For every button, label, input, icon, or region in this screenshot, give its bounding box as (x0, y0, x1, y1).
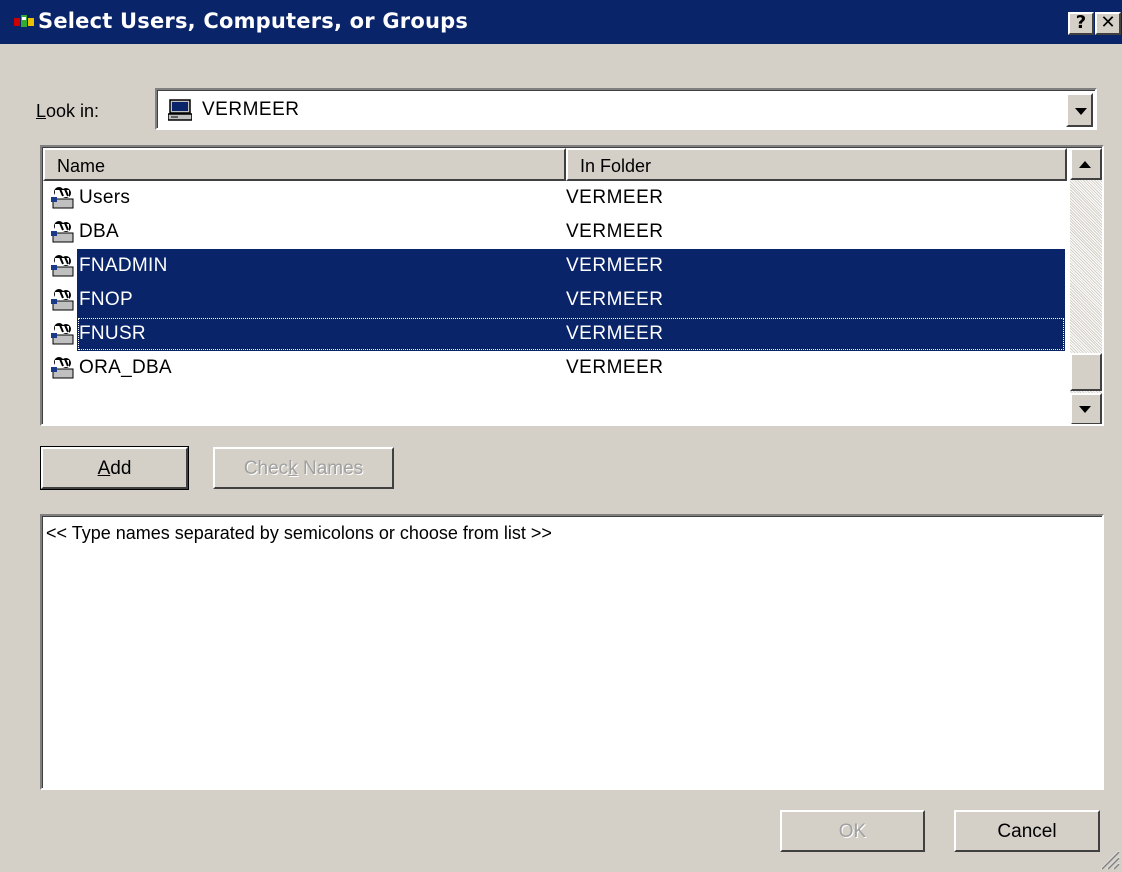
column-header-name[interactable]: Name (43, 148, 566, 181)
list-item[interactable]: DBA VERMEER (43, 215, 1065, 249)
resize-grip-icon[interactable] (1098, 848, 1120, 870)
arrow-down-icon (1079, 406, 1091, 413)
check-names-button[interactable]: Check Names (213, 447, 394, 489)
row-folder: VERMEER (566, 221, 664, 242)
row-folder: VERMEER (566, 357, 664, 378)
row-name: Users (79, 187, 131, 208)
look-in-dropdown-button[interactable] (1066, 93, 1093, 127)
list-header: Name In Folder (43, 148, 1067, 181)
row-name: ORA_DBA (79, 357, 172, 378)
look-in-value: VERMEER (202, 99, 300, 120)
title-bar: Select Users, Computers, or Groups ? ✕ (0, 0, 1122, 44)
row-name: FNUSR (79, 323, 146, 344)
users-app-icon (14, 15, 34, 27)
scroll-down-button[interactable] (1070, 393, 1102, 424)
group-icon (49, 219, 75, 244)
list-rows: Users VERMEER DBA VERMEER FNADMIN VERMEER FNOP… (43, 181, 1065, 385)
help-icon: ? (1075, 12, 1087, 33)
scroll-up-button[interactable] (1070, 148, 1102, 180)
add-button[interactable]: Add (40, 446, 189, 490)
column-header-in-folder[interactable]: In Folder (566, 148, 1067, 181)
ok-button[interactable]: OK (780, 810, 925, 852)
list-item[interactable]: ORA_DBA VERMEER (43, 351, 1065, 385)
list-item[interactable]: FNOP VERMEER (43, 283, 1065, 317)
names-textarea[interactable]: << Type names separated by semicolons or… (40, 514, 1104, 790)
list-item[interactable]: Users VERMEER (43, 181, 1065, 215)
cancel-button[interactable]: Cancel (954, 810, 1100, 852)
row-name: FNADMIN (79, 255, 168, 276)
row-name: DBA (79, 221, 119, 242)
group-icon (49, 185, 75, 210)
window-title: Select Users, Computers, or Groups (38, 9, 469, 33)
group-icon (49, 253, 75, 278)
row-folder: VERMEER (566, 323, 664, 344)
list-item[interactable]: FNADMIN VERMEER (43, 249, 1065, 283)
group-icon (49, 321, 75, 346)
arrow-up-icon (1079, 161, 1091, 168)
names-placeholder: << Type names separated by semicolons or… (46, 523, 552, 543)
row-folder: VERMEER (566, 255, 664, 276)
row-folder: VERMEER (566, 187, 664, 208)
group-icon (49, 287, 75, 312)
scroll-thumb[interactable] (1070, 353, 1102, 391)
row-name: FNOP (79, 289, 133, 310)
computer-icon (168, 99, 192, 121)
list-item[interactable]: FNUSR VERMEER (43, 317, 1065, 351)
look-in-dropdown[interactable]: VERMEER (155, 88, 1097, 130)
close-icon: ✕ (1100, 12, 1116, 33)
row-folder: VERMEER (566, 289, 664, 310)
object-list[interactable]: Name In Folder Users VERMEER DBA VERMEER FNA… (40, 145, 1104, 426)
look-in-label: Look in: (36, 101, 100, 121)
help-button[interactable]: ? (1068, 12, 1094, 35)
chevron-down-icon (1075, 108, 1087, 115)
list-scrollbar[interactable] (1070, 148, 1102, 424)
close-button[interactable]: ✕ (1095, 12, 1121, 35)
group-icon (49, 355, 75, 380)
